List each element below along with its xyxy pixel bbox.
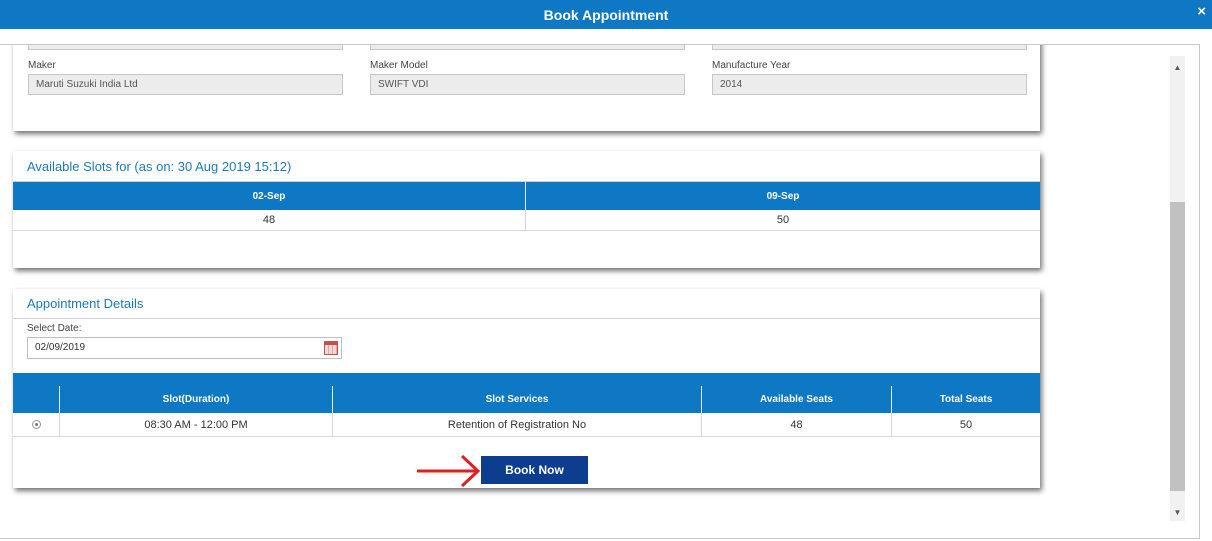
slot-count: 50 xyxy=(776,214,790,226)
select-col-header xyxy=(13,386,60,413)
slot-duration: 08:30 AM - 12:00 PM xyxy=(60,413,333,436)
appointment-table-header: Slot(Duration) Slot Services Available S… xyxy=(13,386,1040,413)
slot-date-col: 09-Sep xyxy=(766,190,800,202)
red-arrow-icon xyxy=(417,454,481,488)
slots-title: Available Slots for (as on: 30 Aug 2019 … xyxy=(27,159,292,174)
date-input[interactable]: 02/09/2019 xyxy=(27,337,342,359)
col-available-seats: Available Seats xyxy=(702,386,892,413)
year-field: 2014 xyxy=(712,74,1027,95)
scroll-up-icon[interactable]: ▲ xyxy=(1170,60,1185,75)
calendar-icon[interactable] xyxy=(324,341,338,355)
col-slot-services: Slot Services xyxy=(333,386,702,413)
col-slot-duration: Slot(Duration) xyxy=(60,386,333,413)
year-label: Manufacture Year xyxy=(712,60,791,71)
table-row: 08:30 AM - 12:00 PM Retention of Registr… xyxy=(13,413,1040,437)
dialog-titlebar: Book Appointment × xyxy=(0,0,1212,29)
scroll-down-icon[interactable]: ▼ xyxy=(1170,505,1185,520)
date-value: 02/09/2019 xyxy=(35,342,86,353)
vehicle-panel: Maker Maruti Suzuki India Ltd Maker Mode… xyxy=(13,45,1040,131)
slot-radio[interactable] xyxy=(31,420,41,429)
book-now-button[interactable]: Book Now xyxy=(481,456,588,484)
appointment-title: Appointment Details xyxy=(27,296,144,311)
hidden-field-2 xyxy=(370,45,685,50)
slot-service: Retention of Registration No xyxy=(333,413,702,436)
available-slots-panel: Available Slots for (as on: 30 Aug 2019 … xyxy=(13,151,1040,268)
col-total-seats: Total Seats xyxy=(939,394,993,405)
model-label: Maker Model xyxy=(370,60,428,71)
table-top-bar xyxy=(13,373,1040,386)
dialog-title: Book Appointment xyxy=(543,6,669,23)
model-field: SWIFT VDI xyxy=(370,74,685,95)
hidden-field-3 xyxy=(712,45,1027,50)
appointment-details-panel: Appointment Details Select Date: 02/09/2… xyxy=(13,289,1040,488)
available-seats: 48 xyxy=(702,413,892,436)
maker-label: Maker xyxy=(28,60,56,71)
slots-count-row: 48 50 xyxy=(13,210,1040,231)
total-seats: 50 xyxy=(959,418,973,431)
close-icon[interactable]: × xyxy=(1197,3,1206,20)
select-date-label: Select Date: xyxy=(27,323,82,334)
slot-select-cell xyxy=(13,413,60,436)
divider xyxy=(13,318,1040,319)
slot-count: 48 xyxy=(13,210,526,230)
maker-field: Maruti Suzuki India Ltd xyxy=(28,74,343,95)
hidden-field-1 xyxy=(28,45,343,50)
scrollbar-thumb[interactable] xyxy=(1170,202,1185,491)
dialog-body: Maker Maruti Suzuki India Ltd Maker Mode… xyxy=(0,44,1200,539)
slot-date-col: 02-Sep xyxy=(13,182,526,210)
slots-header: 02-Sep 09-Sep xyxy=(13,182,1040,210)
